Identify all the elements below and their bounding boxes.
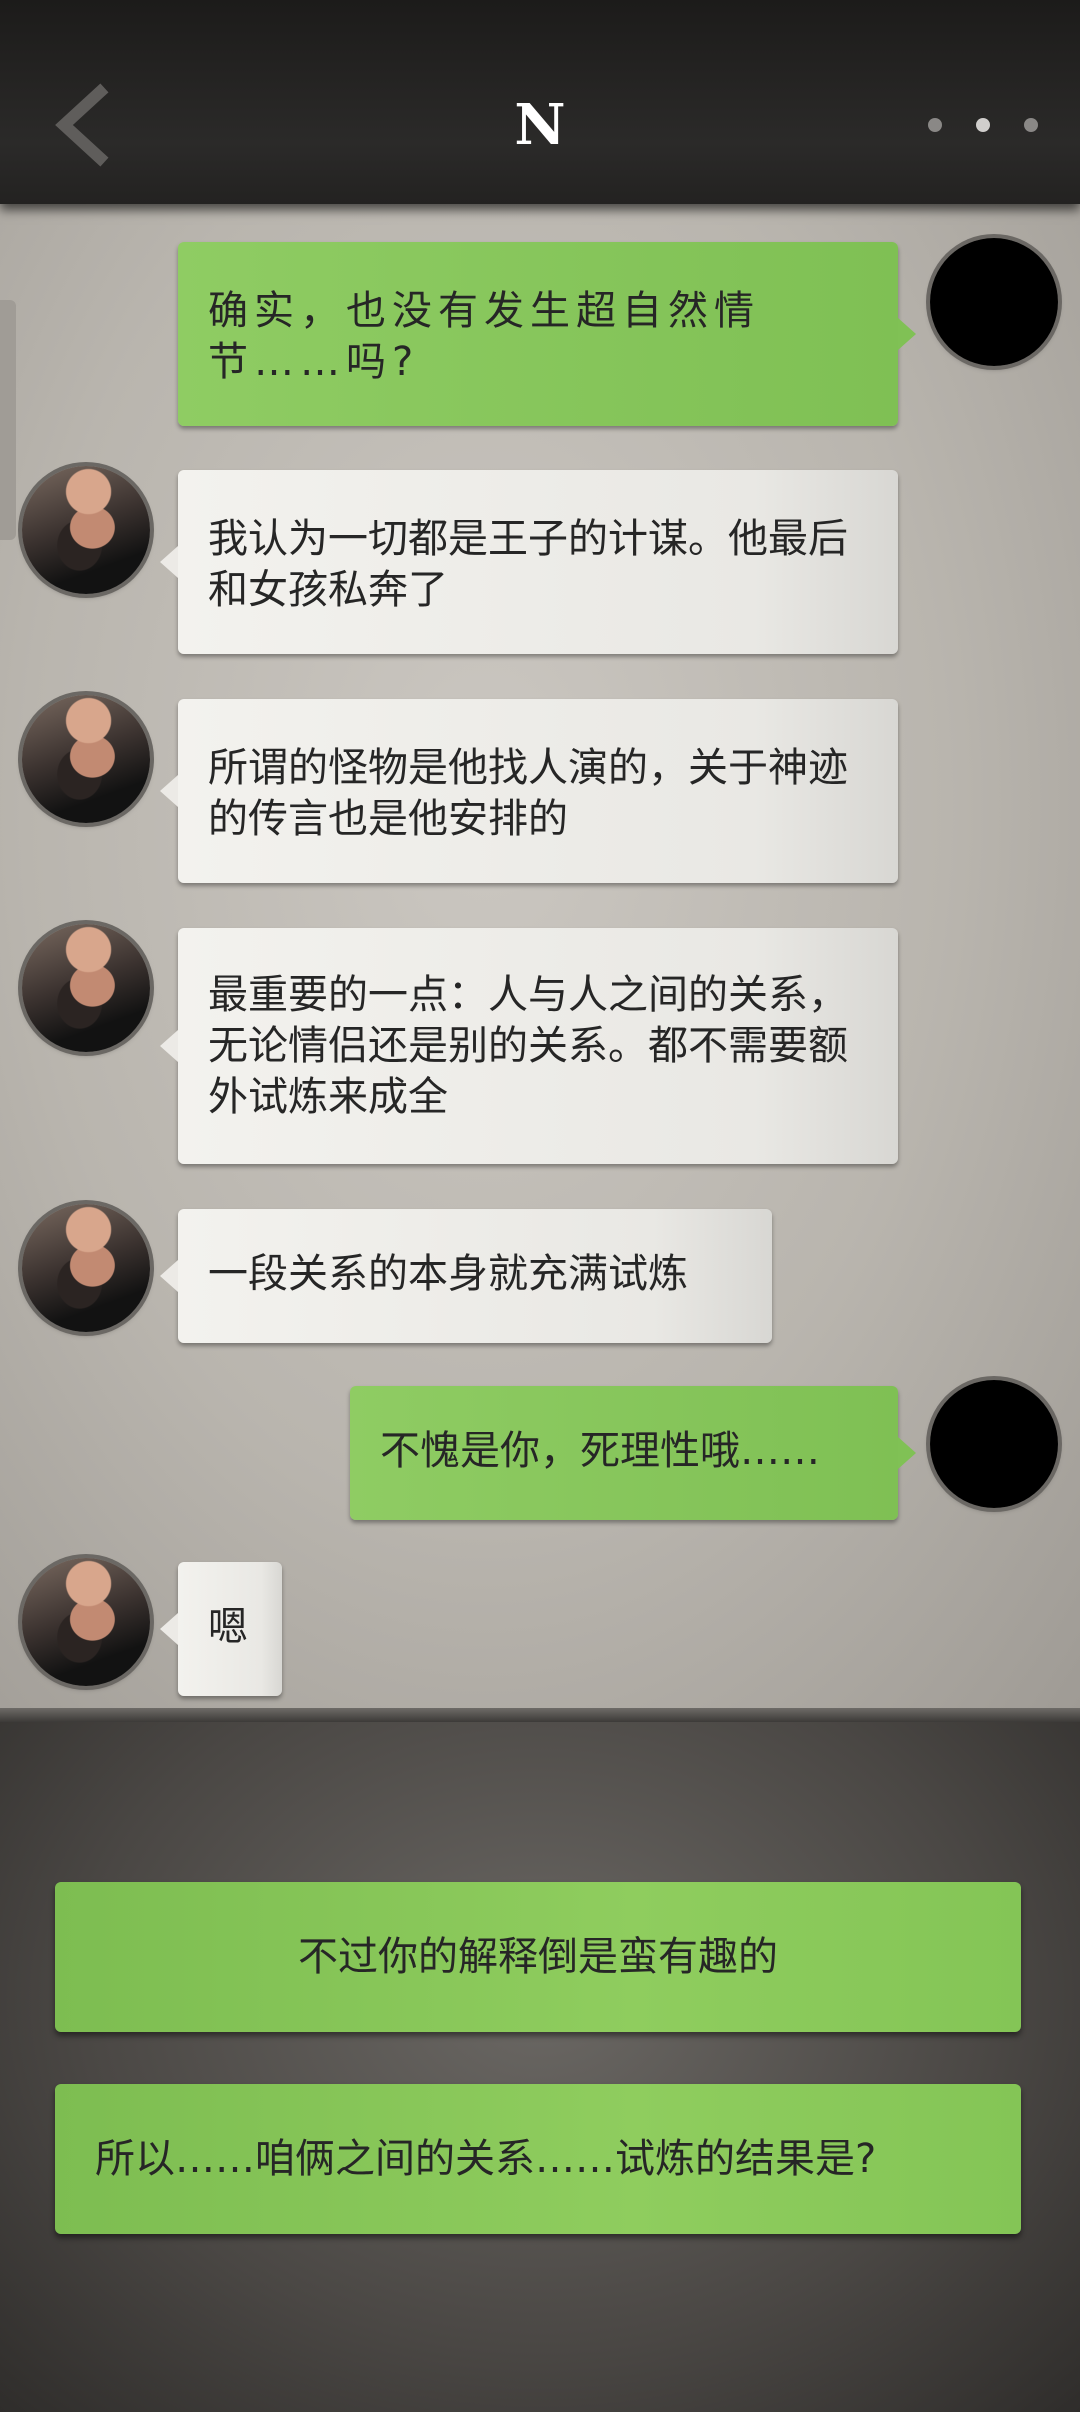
chat-title: N: [514, 92, 566, 158]
message-bubble-received[interactable]: 最重要的一点：人与人之间的关系，无论情侣还是别的关系。都不需要额外试炼来成全: [160, 928, 898, 1164]
more-dots-icon: [928, 118, 942, 132]
message-bubble-received[interactable]: 我认为一切都是王子的计谋。他最后和女孩私奔了: [160, 470, 898, 654]
chat-divider: [0, 1708, 1080, 1722]
my-avatar[interactable]: [930, 238, 1058, 366]
more-dots-icon: [976, 118, 990, 132]
more-dots-icon: [1024, 118, 1038, 132]
top-bar: N: [0, 0, 1080, 204]
reply-option-button[interactable]: 所以……咱俩之间的关系……试炼的结果是?: [55, 2084, 1021, 2234]
contact-avatar[interactable]: [22, 466, 150, 594]
contact-avatar[interactable]: [22, 1204, 150, 1332]
chat-area[interactable]: 确实，也没有发生超自然情节……吗? 我认为一切都是王子的计谋。他最后和女孩私奔了…: [0, 204, 1080, 1708]
message-bubble-received[interactable]: 嗯: [160, 1562, 282, 1696]
contact-avatar[interactable]: [22, 1558, 150, 1686]
side-drawer-handle[interactable]: [0, 300, 16, 540]
my-avatar[interactable]: [930, 1380, 1058, 1508]
message-bubble-sent[interactable]: 不愧是你，死理性哦……: [350, 1386, 916, 1520]
more-options-button[interactable]: [928, 105, 1038, 145]
message-bubble-sent[interactable]: 确实，也没有发生超自然情节……吗?: [178, 242, 916, 426]
message-bubble-received[interactable]: 一段关系的本身就充满试炼: [160, 1209, 772, 1343]
reply-option-button[interactable]: 不过你的解释倒是蛮有趣的: [55, 1882, 1021, 2032]
message-bubble-received[interactable]: 所谓的怪物是他找人演的，关于神迹的传言也是他安排的: [160, 699, 898, 883]
contact-avatar[interactable]: [22, 924, 150, 1052]
reply-options-panel: 不过你的解释倒是蛮有趣的 所以……咱俩之间的关系……试炼的结果是?: [0, 1722, 1080, 2412]
contact-avatar[interactable]: [22, 695, 150, 823]
